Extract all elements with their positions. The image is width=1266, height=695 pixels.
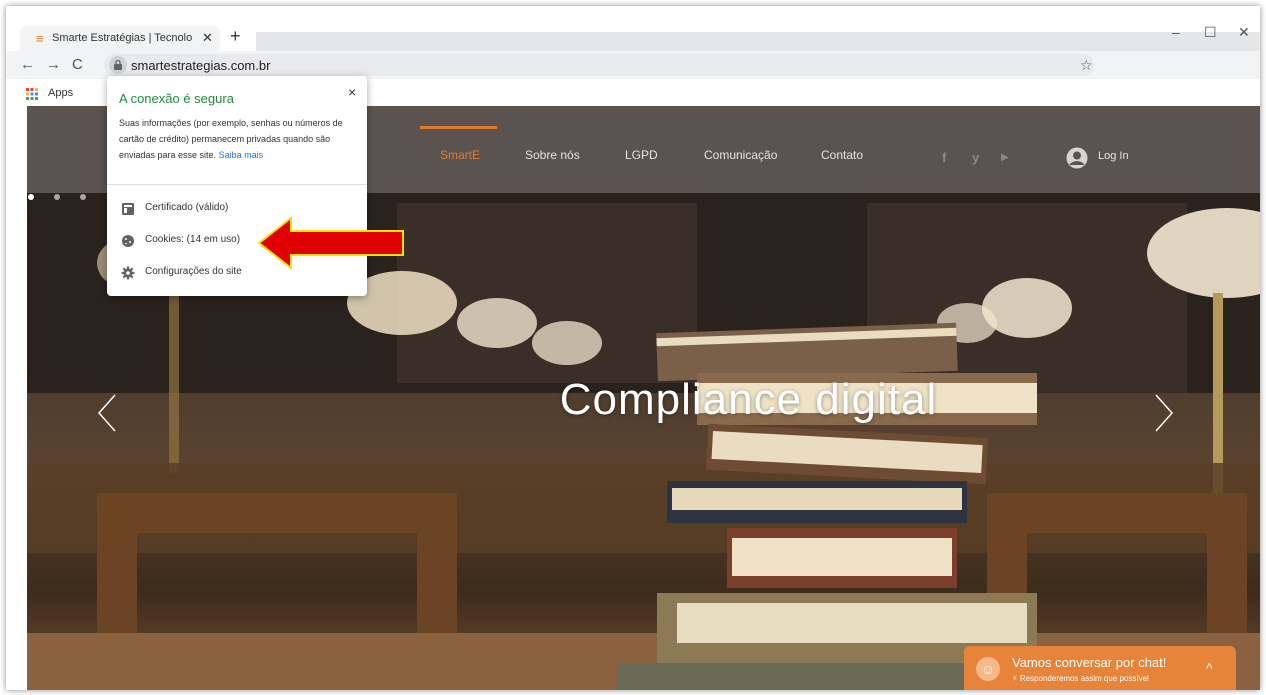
- cookie-icon: [122, 235, 134, 247]
- gear-icon: [121, 266, 135, 280]
- browser-tab[interactable]: ≡ Smarte Estratégias | Tecnologia | ✕: [20, 26, 220, 51]
- tab-close-icon[interactable]: ✕: [202, 30, 213, 46]
- chat-widget[interactable]: ☺ Vamos conversar por chat! ⚡ Respondere…: [964, 646, 1236, 690]
- close-window-button[interactable]: ✕: [1238, 24, 1250, 41]
- popup-description: Suas informações (por exemplo, senhas ou…: [119, 115, 355, 163]
- chat-title: Vamos conversar por chat!: [1012, 655, 1167, 670]
- apps-link[interactable]: Apps: [48, 87, 73, 99]
- address-bar[interactable]: smartestrategias.com.br: [104, 54, 1094, 76]
- facebook-icon[interactable]: f: [942, 150, 946, 165]
- url-text[interactable]: smartestrategias.com.br: [131, 58, 270, 73]
- back-button[interactable]: ←: [20, 56, 35, 73]
- nav-item-smarte[interactable]: SmartE: [440, 148, 480, 162]
- twitter-icon[interactable]: y: [972, 150, 979, 165]
- popup-title: A conexão é segura: [119, 91, 234, 106]
- new-tab-button[interactable]: +: [230, 26, 241, 47]
- bookmark-star-icon[interactable]: ☆: [1080, 57, 1093, 74]
- nav-item-contato[interactable]: Contato: [821, 148, 863, 162]
- red-annotation-arrow-icon: [257, 216, 404, 270]
- site-settings-label: Configurações do site: [145, 266, 242, 277]
- slide-pagination-dots[interactable]: [27, 193, 87, 201]
- browser-toolbar: ← → C smartestrategias.com.br ☆: [6, 51, 1260, 79]
- nav-item-sobre-nos[interactable]: Sobre nós: [525, 148, 580, 162]
- youtube-icon[interactable]: ▶: [1001, 152, 1009, 163]
- lock-icon[interactable]: [109, 56, 127, 74]
- chat-subtitle: ⚡ Responderemos assim que possível: [1012, 674, 1149, 683]
- chat-expand-chevron-icon[interactable]: ^: [1206, 660, 1213, 676]
- active-nav-indicator: [420, 126, 497, 129]
- hero-heading-text: Compliance digital: [559, 375, 938, 424]
- site-favicon-icon: ≡: [36, 31, 44, 46]
- user-avatar-icon[interactable]: [1066, 147, 1088, 174]
- reload-button[interactable]: C: [72, 56, 83, 73]
- chat-subtitle-text: Responderemos assim que possível: [1019, 674, 1149, 683]
- popup-divider: [107, 184, 367, 185]
- login-link[interactable]: Log In: [1098, 150, 1129, 162]
- certificate-icon: [122, 203, 134, 215]
- learn-more-link[interactable]: Saiba mais: [219, 150, 264, 160]
- popup-close-icon[interactable]: ×: [348, 84, 356, 100]
- tab-title: Smarte Estratégias | Tecnologia |: [52, 32, 192, 44]
- apps-grid-icon[interactable]: [26, 87, 38, 105]
- browser-window: ≡ Smarte Estratégias | Tecnologia | ✕ + …: [6, 6, 1260, 690]
- minimize-button[interactable]: –: [1172, 24, 1180, 40]
- chat-smiley-icon: ☺: [976, 657, 1000, 681]
- maximize-button[interactable]: ☐: [1204, 24, 1217, 41]
- certificate-label: Certificado (válido): [145, 202, 229, 213]
- title-bar: ≡ Smarte Estratégias | Tecnologia | ✕ + …: [6, 6, 1260, 51]
- hero-heading: Compliance digital: [27, 375, 1260, 425]
- nav-item-lgpd[interactable]: LGPD: [625, 148, 658, 162]
- forward-button[interactable]: →: [46, 56, 61, 73]
- tab-strip: [256, 32, 1260, 51]
- cookies-label: Cookies: (14 em uso): [145, 234, 241, 245]
- nav-item-comunicacao[interactable]: Comunicação: [704, 148, 777, 162]
